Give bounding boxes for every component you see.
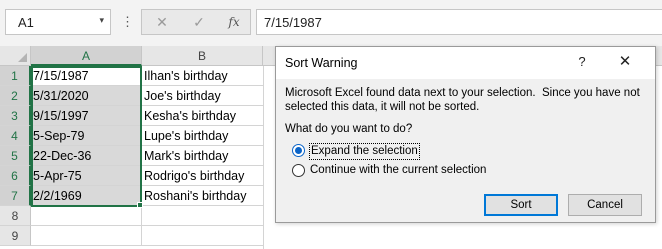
cell-b9[interactable] — [142, 226, 263, 246]
cell-b2[interactable]: Joe's birthday — [142, 86, 263, 106]
dialog-question: What do you want to do? — [285, 123, 413, 135]
close-icon[interactable]: ✕ — [616, 53, 634, 71]
dialog-message-line-2: selected this data, it will not be sorte… — [285, 101, 480, 113]
dialog-message-line-1: Microsoft Excel found data next to your … — [285, 87, 640, 99]
cancel-entry-icon[interactable]: ✕ — [152, 13, 172, 31]
help-icon[interactable]: ? — [575, 53, 589, 71]
radio-expand-indicator[interactable] — [292, 144, 305, 157]
radio-continue-label[interactable]: Continue with the current selection — [309, 163, 487, 178]
cell-a7[interactable]: 2/2/1969 — [31, 186, 142, 206]
column-header-a[interactable]: A — [31, 46, 142, 66]
insert-function-icon[interactable]: fx — [224, 13, 244, 31]
row-header-7[interactable]: 7 — [0, 186, 31, 206]
sort-button[interactable]: Sort — [484, 194, 558, 216]
sort-warning-dialog: Sort Warning ? ✕ Microsoft Excel found d… — [275, 46, 656, 223]
dialog-message: Microsoft Excel found data next to your … — [285, 86, 651, 114]
formula-bar: A1 ▾ ⋮ ✕ ✓ fx 7/15/1987 — [0, 0, 662, 46]
radio-expand-label[interactable]: Expand the selection — [309, 143, 420, 160]
cell-b8[interactable] — [142, 206, 263, 226]
formula-buttons: ✕ ✓ fx — [141, 9, 251, 35]
name-box[interactable]: A1 ▾ — [5, 9, 111, 35]
dialog-title-bar: Sort Warning ? ✕ — [276, 47, 655, 79]
cell-a4[interactable]: 5-Sep-79 — [31, 126, 142, 146]
cell-b7[interactable]: Roshani's birthday — [142, 186, 263, 206]
column-divider — [263, 66, 264, 249]
select-all-button[interactable] — [0, 46, 31, 66]
cell-b1[interactable]: Ilhan's birthday — [142, 66, 263, 86]
fill-handle[interactable] — [137, 202, 143, 208]
row-header-4[interactable]: 4 — [0, 126, 31, 146]
more-options-icon[interactable]: ⋮ — [121, 12, 134, 32]
cell-a1[interactable]: 7/15/1987 — [31, 66, 142, 86]
cell-a2[interactable]: 5/31/2020 — [31, 86, 142, 106]
row-header-3[interactable]: 3 — [0, 106, 31, 126]
select-all-triangle-icon — [18, 53, 27, 62]
cell-b5[interactable]: Mark's birthday — [142, 146, 263, 166]
dialog-title: Sort Warning — [285, 56, 358, 70]
cell-b4[interactable]: Lupe's birthday — [142, 126, 263, 146]
cell-a5[interactable]: 22-Dec-36 — [31, 146, 142, 166]
column-header-b[interactable]: B — [142, 46, 263, 66]
cell-a8[interactable] — [31, 206, 142, 226]
radio-continue-indicator[interactable] — [292, 164, 305, 177]
cell-a6[interactable]: 5-Apr-75 — [31, 166, 142, 186]
radio-selected-dot — [295, 147, 302, 154]
row-header-1[interactable]: 1 — [0, 66, 31, 86]
cell-b3[interactable]: Kesha's birthday — [142, 106, 263, 126]
formula-value: 7/15/1987 — [264, 15, 322, 30]
cell-b6[interactable]: Rodrigo's birthday — [142, 166, 263, 186]
row-header-5[interactable]: 5 — [0, 146, 31, 166]
row-header-2[interactable]: 2 — [0, 86, 31, 106]
row-header-6[interactable]: 6 — [0, 166, 31, 186]
chevron-down-icon[interactable]: ▾ — [99, 15, 104, 26]
row-header-9[interactable]: 9 — [0, 226, 31, 246]
row-header-8[interactable]: 8 — [0, 206, 31, 226]
name-box-value: A1 — [18, 15, 34, 30]
cancel-button[interactable]: Cancel — [568, 194, 642, 216]
formula-input[interactable]: 7/15/1987 — [256, 9, 662, 35]
cell-a3[interactable]: 9/15/1997 — [31, 106, 142, 126]
cell-a9[interactable] — [31, 226, 142, 246]
enter-entry-icon[interactable]: ✓ — [189, 13, 209, 31]
